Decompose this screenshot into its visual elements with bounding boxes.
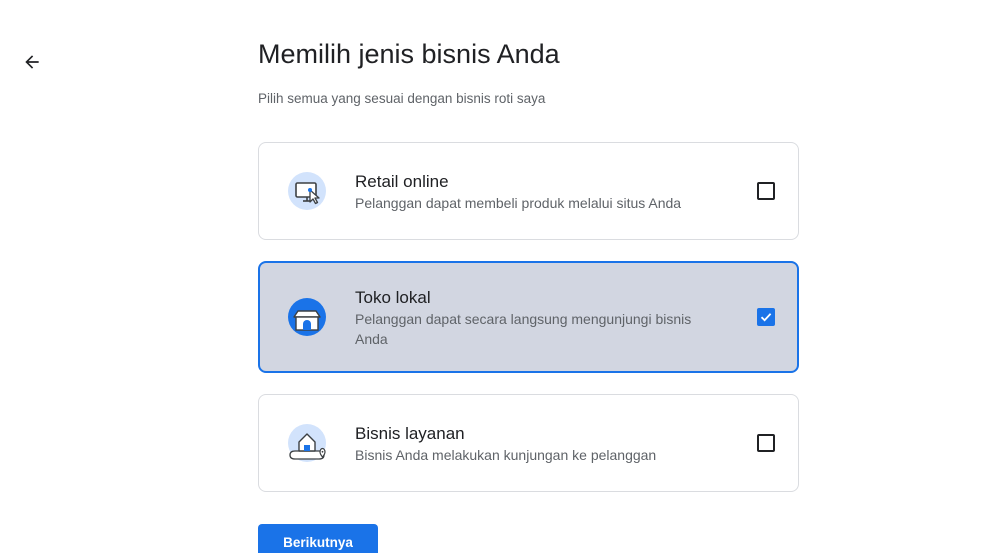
checkbox-retail-online[interactable] <box>757 182 775 200</box>
checkbox-bisnis-layanan[interactable] <box>757 434 775 452</box>
page-subtitle: Pilih semua yang sesuai dengan bisnis ro… <box>258 91 546 106</box>
house-map-pin-icon <box>288 424 326 462</box>
arrow-back-icon <box>25 55 39 69</box>
computer-cursor-icon <box>288 172 326 210</box>
option-text: Retail online Pelanggan dapat membeli pr… <box>355 172 725 213</box>
next-button[interactable]: Berikutnya <box>258 524 378 553</box>
business-type-page: Memilih jenis bisnis Anda Pilih semua ya… <box>0 0 995 553</box>
option-text: Bisnis layanan Bisnis Anda melakukan kun… <box>355 424 725 465</box>
option-card-bisnis-layanan[interactable]: Bisnis layanan Bisnis Anda melakukan kun… <box>258 394 799 492</box>
checkmark-icon <box>760 313 772 322</box>
option-title: Toko lokal <box>355 288 431 307</box>
option-text: Toko lokal Pelanggan dapat secara langsu… <box>355 288 725 349</box>
option-card-retail-online[interactable]: Retail online Pelanggan dapat membeli pr… <box>258 142 799 240</box>
option-description: Pelanggan dapat secara langsung mengunju… <box>355 311 692 347</box>
option-description: Bisnis Anda melakukan kunjungan ke pelan… <box>355 447 657 463</box>
storefront-icon <box>288 298 326 336</box>
checkbox-toko-lokal[interactable] <box>757 308 775 326</box>
option-title: Bisnis layanan <box>355 424 465 443</box>
page-title: Memilih jenis bisnis Anda <box>258 39 560 69</box>
option-card-toko-lokal[interactable]: Toko lokal Pelanggan dapat secara langsu… <box>258 261 799 373</box>
option-title: Retail online <box>355 172 449 191</box>
option-description: Pelanggan dapat membeli produk melalui s… <box>355 195 682 211</box>
back-button[interactable] <box>18 48 46 76</box>
